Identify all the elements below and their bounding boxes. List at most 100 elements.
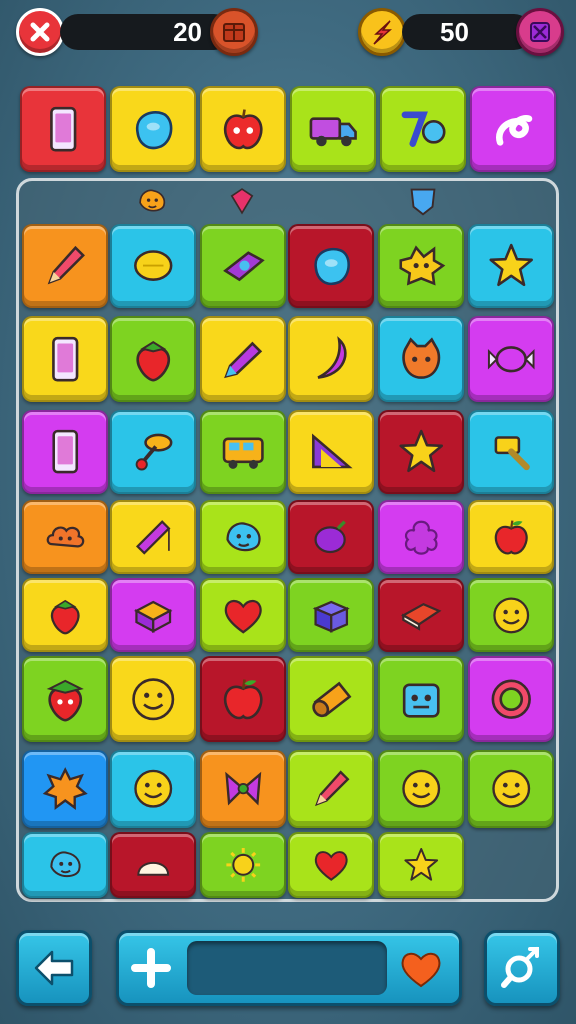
sun-icon: [226, 848, 260, 882]
grid-tile[interactable]: [468, 500, 554, 574]
grid-tile[interactable]: [378, 224, 464, 308]
smiley-icon: [493, 597, 529, 633]
gem-icon: [230, 188, 254, 215]
grid-tile[interactable]: [110, 500, 196, 574]
grid-tile[interactable]: [378, 750, 464, 828]
banana-icon: [317, 335, 347, 379]
grid-tile[interactable]: [468, 410, 554, 494]
ruler-icon: [311, 433, 353, 469]
smiley-icon: [132, 678, 174, 720]
grid-tile[interactable]: [288, 500, 374, 574]
grid-tile[interactable]: [288, 750, 374, 828]
lemon-icon: [133, 250, 173, 282]
truck-icon: [309, 117, 357, 147]
blob-face-icon: [226, 521, 261, 551]
grid-tile[interactable]: [378, 832, 464, 898]
grid-tile[interactable]: [468, 656, 554, 742]
top-tile[interactable]: [110, 86, 196, 172]
grid-tile[interactable]: [110, 578, 196, 652]
shield-icon: [410, 188, 436, 216]
add-button[interactable]: [119, 936, 183, 1000]
grid-tile[interactable]: [200, 656, 286, 742]
grid-tile[interactable]: [22, 500, 108, 574]
flower-icon: [404, 520, 438, 555]
grid-tile[interactable]: [468, 316, 554, 402]
hint-button[interactable]: [484, 930, 560, 1006]
grid-tile[interactable]: [378, 578, 464, 652]
arrow-left-icon: [34, 950, 74, 986]
grid-tile[interactable]: [200, 832, 286, 898]
blob-icon: [314, 248, 350, 286]
grid-tile[interactable]: [378, 410, 464, 494]
top-tile[interactable]: [290, 86, 376, 172]
grid-tile[interactable]: [378, 500, 464, 574]
top-tile[interactable]: [20, 86, 106, 172]
grid-tile[interactable]: [288, 578, 374, 652]
grid-tile[interactable]: [22, 832, 108, 898]
cube-icon: [312, 600, 350, 633]
top-tile[interactable]: [200, 86, 286, 172]
grid-tile[interactable]: [110, 832, 196, 898]
top-tile[interactable]: [470, 86, 556, 172]
grid-tile[interactable]: [110, 224, 196, 308]
top-tile[interactable]: [380, 86, 466, 172]
shuffle-button[interactable]: [516, 8, 564, 56]
grid-tile[interactable]: [200, 578, 286, 652]
star-icon: [399, 430, 443, 473]
top-hud: 20 50: [0, 8, 576, 56]
left-counter-value: 20: [173, 17, 202, 47]
close-button[interactable]: [16, 8, 64, 56]
grid-tile[interactable]: [110, 656, 196, 742]
grid-tile[interactable]: [468, 224, 554, 308]
grid-tile[interactable]: [22, 750, 108, 828]
smiley-icon: [134, 770, 172, 808]
grid-tile[interactable]: [288, 656, 374, 742]
grid-tile[interactable]: [200, 316, 286, 402]
grid-tile[interactable]: [200, 750, 286, 828]
blob-face-icon: [139, 189, 166, 212]
apple-icon: [494, 520, 528, 555]
right-counter-value: 50: [440, 17, 469, 47]
strawberry-face-icon: [46, 679, 84, 722]
hammer-icon: [494, 436, 530, 471]
crossed-icon: [530, 22, 550, 42]
grid-tile[interactable]: [468, 750, 554, 828]
star-face-icon: [399, 245, 446, 286]
back-button[interactable]: [16, 930, 92, 1006]
grid-tile[interactable]: [378, 656, 464, 742]
right-counter-bar: 50: [402, 14, 532, 50]
floating-piece: [404, 182, 442, 220]
crayon-icon: [223, 341, 262, 378]
grid-tile[interactable]: [288, 224, 374, 308]
grid-tile[interactable]: [200, 500, 286, 574]
grid-tile[interactable]: [22, 410, 108, 494]
grid-tile[interactable]: [468, 578, 554, 652]
heart-icon: [314, 851, 348, 882]
shell-icon: [137, 862, 169, 876]
like-button[interactable]: [395, 943, 447, 995]
grid-tile[interactable]: [110, 410, 196, 494]
grid-tile[interactable]: [22, 578, 108, 652]
grid-tile[interactable]: [22, 316, 108, 402]
blob-face-icon: [50, 851, 81, 878]
grid-tile[interactable]: [288, 316, 374, 402]
grid-tile[interactable]: [200, 410, 286, 494]
pencil-icon: [314, 770, 350, 807]
grid-tile[interactable]: [22, 224, 108, 308]
log-icon: [312, 681, 352, 717]
grid-tile[interactable]: [110, 316, 196, 402]
heart-icon: [401, 952, 441, 988]
pin-icon: [135, 434, 173, 471]
grid-tile[interactable]: [378, 316, 464, 402]
grid-tile[interactable]: [288, 410, 374, 494]
grid-tile[interactable]: [288, 832, 374, 898]
crate-button[interactable]: [210, 8, 258, 56]
phone-icon: [49, 106, 77, 152]
grid-tile[interactable]: [200, 224, 286, 308]
lightning-button[interactable]: [358, 8, 406, 56]
floating-piece: [224, 184, 260, 218]
apple-icon: [223, 679, 263, 720]
blob-icon: [135, 110, 173, 149]
grid-tile[interactable]: [110, 750, 196, 828]
grid-tile[interactable]: [22, 656, 108, 742]
